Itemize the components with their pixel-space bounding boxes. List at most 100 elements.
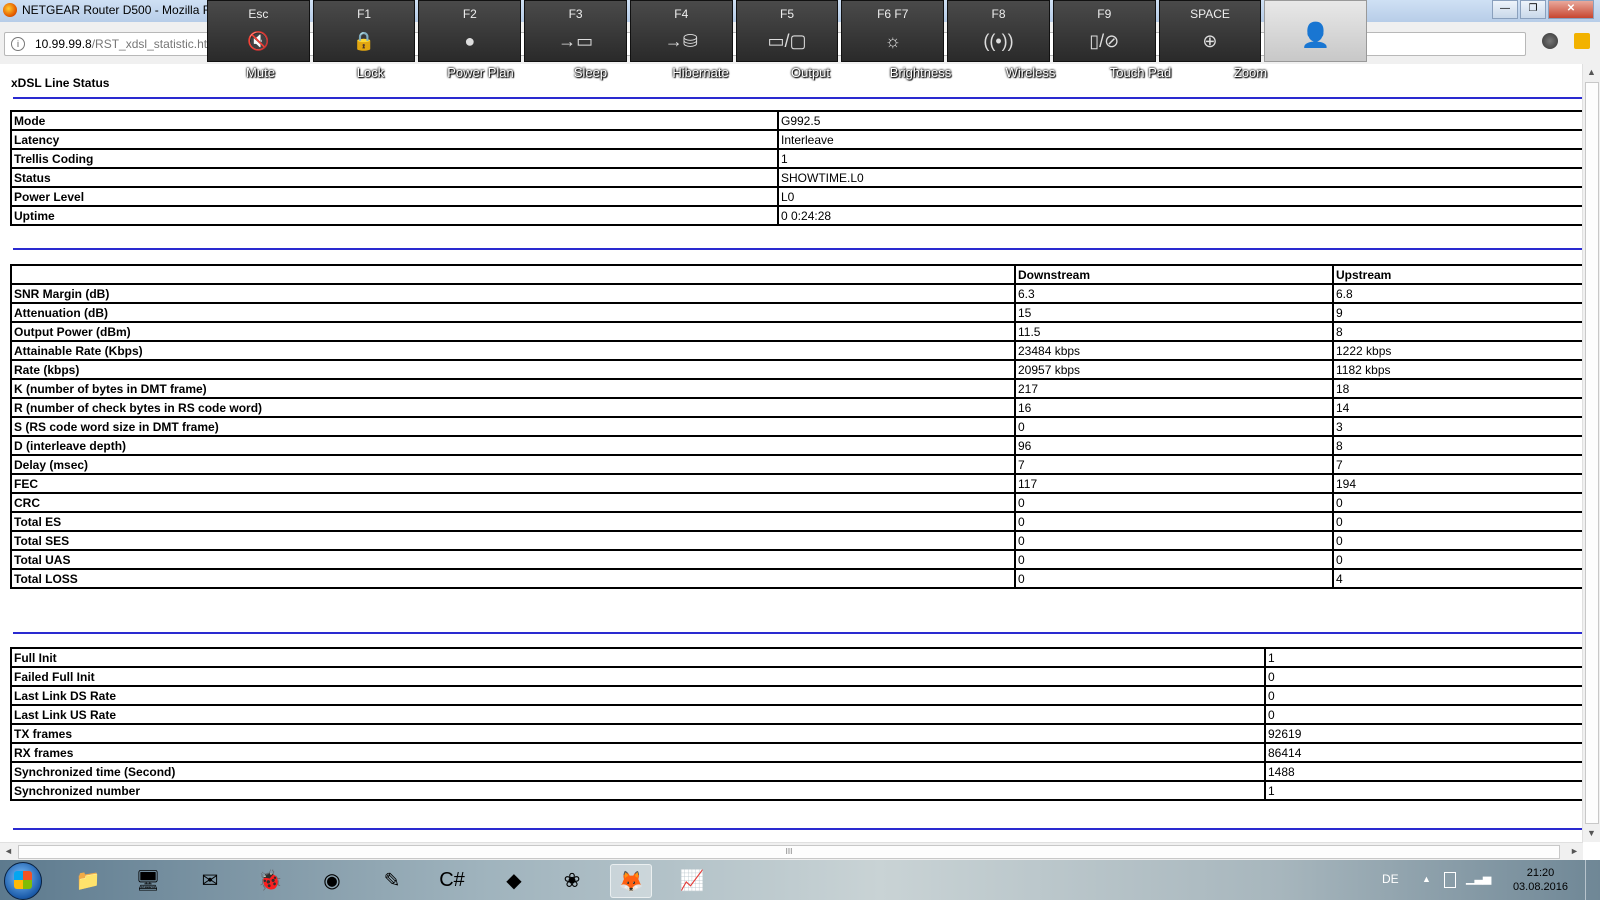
downstream-value: 117 [1014, 473, 1334, 494]
show-desktop-button[interactable] [1585, 860, 1600, 900]
upstream-value: 8 [1332, 321, 1585, 342]
network-icon[interactable] [1444, 872, 1456, 888]
hotkey-hibernate[interactable]: F4 →⛁ [629, 0, 733, 62]
hotkey-sleep[interactable]: F3 →▭ [524, 0, 627, 62]
signal-strength-icon[interactable]: ▁▃▅ [1466, 872, 1491, 885]
chart-app-icon[interactable]: 📈 [672, 864, 712, 896]
extension-icon[interactable] [1542, 33, 1558, 49]
vertical-scrollbar[interactable]: ▲ ▼ [1582, 64, 1600, 842]
table-row: RX frames 86414 [10, 742, 1585, 763]
hotkey-label: Power Plan [447, 65, 514, 80]
table-row: Status SHOWTIME.L0 [10, 167, 1585, 188]
row-label: Attenuation (dB) [10, 302, 1016, 323]
separator [13, 632, 1583, 634]
hotkey-touch-pad[interactable]: F9 ▯/⊘ [1052, 0, 1156, 62]
maximize-button[interactable]: ❐ [1520, 0, 1546, 19]
language-indicator[interactable]: DE [1382, 872, 1399, 886]
table-row: Latency Interleave [10, 129, 1585, 150]
url-text: 10.99.99.8/RST_xdsl_statistic.htm [35, 37, 217, 51]
horizontal-scrollbar[interactable]: ◄ III ► [0, 842, 1583, 860]
scroll-right-button[interactable]: ► [1566, 843, 1583, 860]
cube-app-icon[interactable]: ◆ [494, 864, 534, 896]
hotkey-zoom[interactable]: SPACE ⊕ [1158, 0, 1262, 62]
hotkey-lock[interactable]: F1 🔒 [312, 0, 416, 62]
explorer-icon[interactable]: 📁 [68, 864, 108, 896]
start-button[interactable] [4, 862, 42, 900]
line-status-table: Mode G992.5 Latency Interleave Trellis Codin… [10, 110, 1585, 226]
hotkey-wireless[interactable]: F8 ((•)) [947, 0, 1050, 62]
thunderbird-icon[interactable]: ✉ [190, 864, 230, 896]
upstream-value: 0 [1332, 549, 1585, 570]
user-icon: 👤 [1300, 22, 1331, 49]
row-value: 0 [1264, 685, 1585, 706]
firefox-icon [3, 3, 17, 17]
table-row: Last Link DS Rate 0 [10, 685, 1585, 706]
hotkey-brightness[interactable]: F6 F7 ☼ [841, 0, 945, 62]
hotkey-power-plan[interactable]: F2 ● [418, 0, 522, 62]
minimize-button[interactable]: — [1492, 0, 1518, 19]
hotkey-osd: Esc 🔇 F1 🔒 F2 ● F3 →▭ F4 →⛁ F5 ▭/▢ F6 F7 ☼ F8 ((•)) F9 ▯/… [207, 0, 1368, 62]
chrome-icon[interactable]: ◉ [312, 864, 352, 896]
scrollbar-thumb[interactable] [1585, 82, 1599, 824]
table-row: K (number of bytes in DMT frame) 217 18 [10, 378, 1585, 399]
hotkey-osd-labels: Mute Lock Power Plan Sleep Hibernate Output Br… [207, 65, 1367, 81]
row-value: 0 0:24:28 [777, 205, 1585, 226]
separator [13, 248, 1583, 250]
upstream-value: 8 [1332, 435, 1585, 456]
downstream-value: 0 [1014, 492, 1334, 513]
downstream-value: 23484 kbps [1014, 340, 1334, 361]
row-label: R (number of check bytes in RS code word… [10, 397, 1016, 418]
scroll-up-button[interactable]: ▲ [1583, 64, 1600, 81]
scroll-down-button[interactable]: ▼ [1583, 825, 1600, 842]
site-info-icon[interactable]: i [11, 37, 25, 51]
row-label: Output Power (dBm) [10, 321, 1016, 342]
close-button[interactable]: ✕ [1548, 0, 1594, 19]
raspberry-icon[interactable]: ❀ [552, 864, 592, 896]
firefox-icon[interactable]: 🦊 [610, 864, 652, 898]
row-value: 1 [1264, 647, 1585, 668]
table-row: Rate (kbps) 20957 kbps 1182 kbps [10, 359, 1585, 380]
windows-logo-icon [14, 871, 32, 889]
upstream-value: 9 [1332, 302, 1585, 323]
touchpad-icon: ▯/⊘ [1089, 31, 1120, 51]
table-row: Mode G992.5 [10, 110, 1585, 131]
upstream-value: 3 [1332, 416, 1585, 437]
row-label: S (RS code word size in DMT frame) [10, 416, 1016, 437]
row-label: Delay (msec) [10, 454, 1016, 475]
line-stats-table: Downstream Upstream SNR Margin (dB) 6.3 6.… [10, 264, 1585, 589]
table-row: FEC 117 194 [10, 473, 1585, 494]
hotkey-label: Brightness [889, 65, 952, 80]
clock[interactable]: 21:20 03.08.2016 [1513, 866, 1568, 894]
row-label: D (interleave depth) [10, 435, 1016, 456]
row-label: CRC [10, 492, 1016, 513]
user-account-key[interactable]: 👤 [1264, 0, 1368, 62]
table-row: Attainable Rate (Kbps) 23484 kbps 1222 kbp… [10, 340, 1585, 361]
hotkey-key-name: Esc [248, 7, 269, 21]
hotkey-mute[interactable]: Esc 🔇 [207, 0, 310, 62]
k-extension-icon[interactable] [1574, 33, 1590, 49]
upstream-value: 6.8 [1332, 283, 1585, 304]
lock-icon: 🔒 [352, 31, 376, 51]
table-row: Last Link US Rate 0 [10, 704, 1585, 725]
table-row: D (interleave depth) 96 8 [10, 435, 1585, 456]
page-title: xDSL Line Status [11, 76, 110, 90]
upstream-value: 18 [1332, 378, 1585, 399]
scrollbar-thumb[interactable]: III [18, 845, 1560, 859]
device-manager-icon[interactable]: 🖥 [128, 864, 168, 896]
upstream-value: 1222 kbps [1332, 340, 1585, 361]
hotkey-output[interactable]: F5 ▭/▢ [735, 0, 839, 62]
scroll-left-button[interactable]: ◄ [0, 843, 17, 860]
table-row: Failed Full Init 0 [10, 666, 1585, 687]
notepad-pen-icon[interactable]: ✎ [372, 864, 412, 896]
taskbar: 📁 🖥 ✉ 🐞 ◉ ✎ C# ◆ ❀ 🦊 📈 DE ▲ ▁▃▅ 21:20 03.08.2016 [0, 860, 1600, 900]
row-value: SHOWTIME.L0 [777, 167, 1585, 188]
hotkey-label: Zoom [1233, 65, 1268, 80]
show-hidden-icons-icon[interactable]: ▲ [1422, 874, 1431, 884]
hotkey-key-name: F2 [462, 7, 477, 21]
hotkey-label: Hibernate [672, 65, 729, 80]
table-row: R (number of check bytes in RS code word… [10, 397, 1585, 418]
downstream-value: 15 [1014, 302, 1334, 323]
csharp-icon[interactable]: C# [432, 864, 472, 896]
hotkey-key-name: F3 [568, 7, 583, 21]
bug-app-icon[interactable]: 🐞 [250, 864, 290, 896]
